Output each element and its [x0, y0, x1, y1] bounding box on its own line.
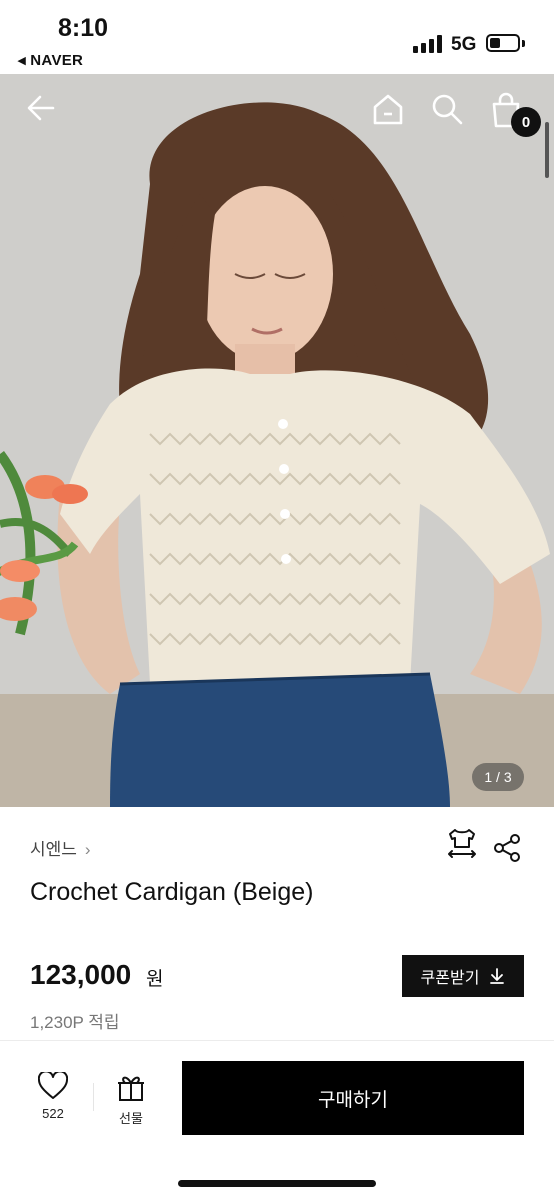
gift-icon [118, 1076, 144, 1101]
network-label: 5G [451, 34, 477, 55]
search-icon[interactable] [430, 92, 470, 132]
gift-button[interactable]: 선물 [104, 1072, 158, 1128]
product-title: Crochet Cardigan (Beige) [30, 878, 314, 906]
top-navigation [0, 74, 554, 154]
battery-icon [486, 34, 520, 52]
home-icon[interactable] [371, 92, 411, 132]
status-bar: 8:10 ◂ NAVER 5G [0, 0, 554, 74]
separator [93, 1083, 94, 1111]
like-button[interactable]: 522 [24, 1072, 82, 1128]
status-time: 8:10 [58, 14, 109, 42]
scrollbar[interactable] [545, 122, 549, 178]
coupon-button[interactable]: 쿠폰받기 [402, 955, 524, 997]
signal-icon [413, 35, 443, 53]
share-icon[interactable] [492, 833, 522, 863]
price-currency: 원 [146, 969, 164, 990]
heart-icon [38, 1072, 68, 1099]
size-guide-icon[interactable] [446, 827, 478, 859]
gift-label: 선물 [119, 1111, 143, 1126]
back-arrow-icon[interactable] [25, 92, 65, 132]
like-count: 522 [42, 1106, 64, 1121]
back-to-app-link[interactable]: ◂ NAVER [18, 51, 83, 69]
image-page-indicator: 1 / 3 [472, 763, 524, 791]
brand-name: 시엔느 [30, 840, 77, 859]
coupon-button-label: 쿠폰받기 [420, 970, 480, 987]
product-price: 123,000 [30, 959, 132, 990]
buy-button[interactable]: 구매하기 [182, 1061, 524, 1135]
battery-cap [522, 40, 525, 47]
reward-points: 1,230P 적립 [30, 1013, 120, 1032]
download-icon [490, 968, 505, 984]
brand-link[interactable]: 시엔느 › [30, 835, 91, 860]
cart-count-badge: 0 [511, 107, 541, 137]
home-indicator[interactable] [178, 1180, 376, 1187]
product-image[interactable] [0, 74, 554, 807]
chevron-right-icon: › [84, 840, 91, 859]
product-photo [0, 74, 554, 807]
